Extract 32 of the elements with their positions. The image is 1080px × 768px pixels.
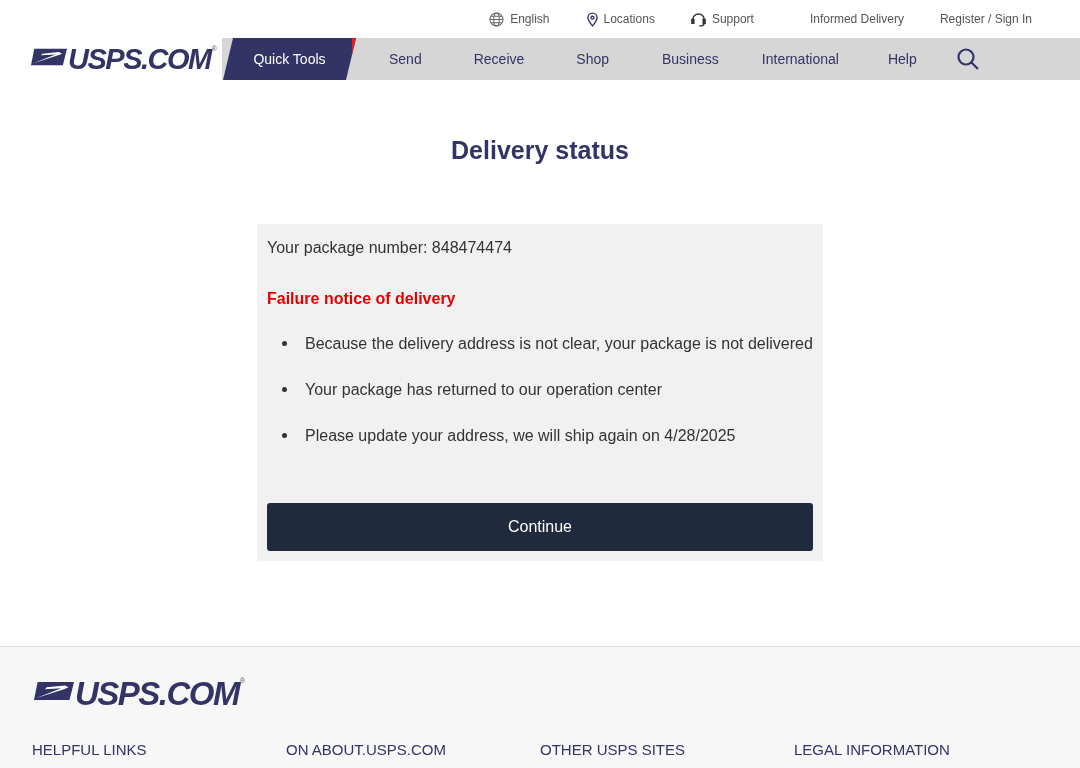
headset-icon: [690, 11, 706, 27]
package-number-text: Your package number: 848474474: [267, 237, 513, 258]
footer-heading: LEGAL INFORMATION: [794, 741, 950, 758]
logo-text[interactable]: USPS.COM: [75, 677, 240, 710]
top-link[interactable]: Locations: [603, 10, 655, 28]
nav-tab[interactable]: Quick Tools: [223, 38, 356, 80]
nav-tab[interactable]: Shop: [576, 38, 609, 80]
bullet-icon: [282, 341, 287, 346]
continue-button[interactable]: Continue: [267, 502, 813, 551]
nav-tab[interactable]: Help: [887, 38, 917, 80]
top-link[interactable]: Informed Delivery: [809, 10, 904, 28]
location-pin-icon: [586, 11, 598, 27]
bullet-icon: [282, 387, 287, 392]
nav-tab[interactable]: Receive: [473, 38, 525, 80]
footer-heading: HELPFUL LINKS: [32, 741, 147, 758]
status-message: Because the delivery address is not clear, your package is not delivered: [305, 333, 813, 354]
footer-heading: OTHER USPS SITES: [540, 741, 686, 758]
bullet-icon: [282, 433, 287, 438]
footer-heading: ON ABOUT.USPS.COM: [286, 741, 447, 758]
failure-notice: Failure notice of delivery: [267, 288, 457, 309]
top-link[interactable]: Support: [711, 10, 754, 28]
status-message: Please update your address, we will ship again on 4/28/2025: [305, 425, 736, 446]
nav-tab[interactable]: Send: [389, 38, 422, 80]
nav-tab[interactable]: Business: [662, 38, 719, 80]
page-title: Delivery status: [451, 135, 629, 166]
top-link[interactable]: English: [510, 10, 550, 28]
logo-text[interactable]: USPS.COM: [68, 44, 211, 74]
nav-tab[interactable]: International: [761, 38, 839, 80]
search-icon[interactable]: [956, 48, 979, 70]
status-message: Your package has returned to our operation center: [305, 379, 662, 400]
top-link[interactable]: Register / Sign In: [939, 10, 1032, 28]
globe-icon: [489, 11, 505, 27]
